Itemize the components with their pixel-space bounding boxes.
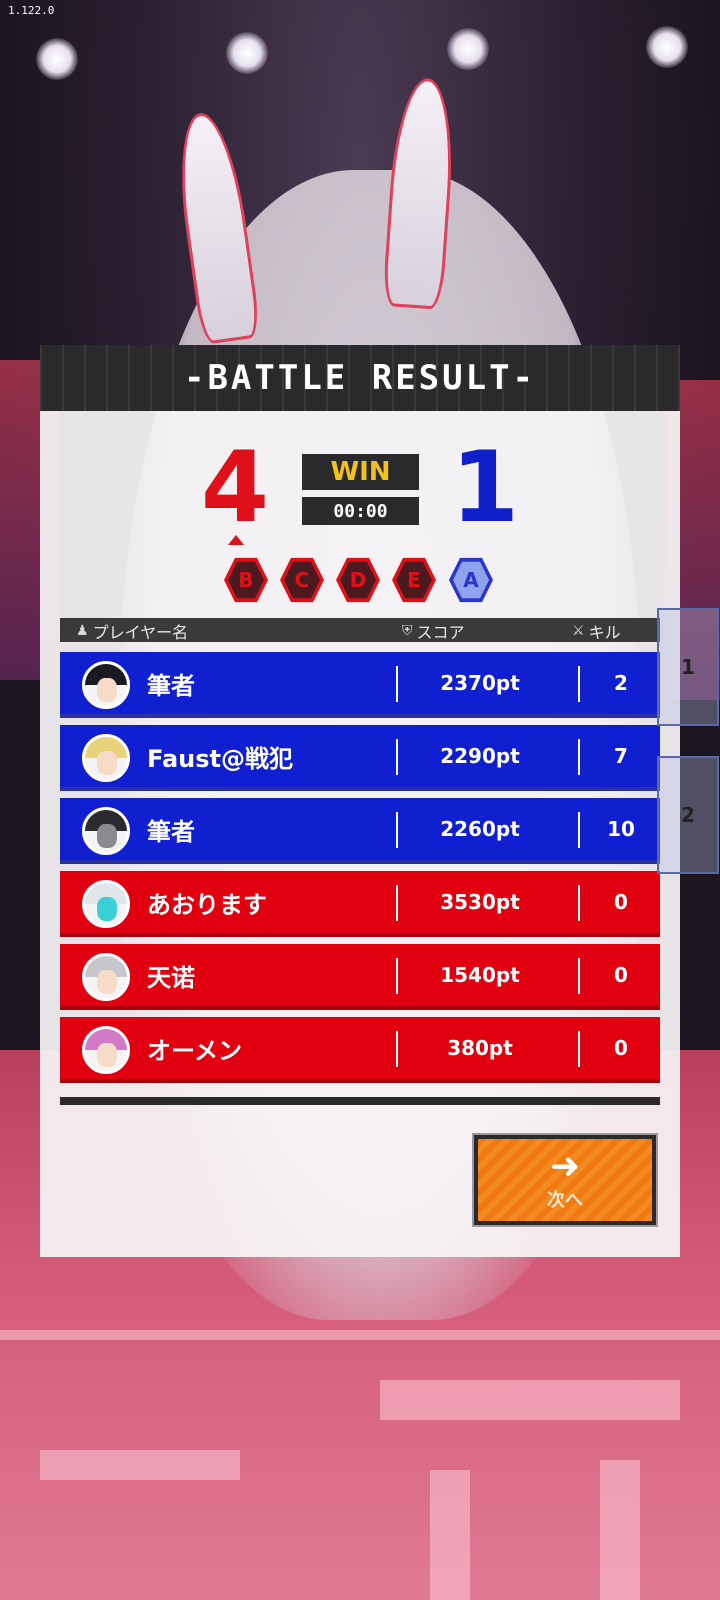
player-row[interactable]: 天诺 1540pt 0 xyxy=(60,944,660,1010)
next-button-label: 次へ xyxy=(547,1190,583,1211)
result-header: -BATTLE RESULT- xyxy=(40,345,680,411)
floor-stripe xyxy=(0,1330,720,1340)
column-divider xyxy=(396,739,398,775)
column-kills: ⚔ キル xyxy=(572,619,621,643)
red-team-score: 4 xyxy=(200,431,270,545)
column-divider xyxy=(578,812,580,848)
shield-icon: ⛨ xyxy=(402,623,413,639)
floor-stripe xyxy=(600,1460,640,1600)
next-button-face: ➜ 次へ xyxy=(478,1139,652,1221)
column-divider xyxy=(396,958,398,994)
player-row[interactable]: Faust@戦犯 2290pt 7 xyxy=(60,725,660,791)
player-name: Faust@戦犯 xyxy=(147,744,294,773)
column-divider xyxy=(578,666,580,702)
player-name: 筆者 xyxy=(147,817,195,846)
column-kills-label: キル xyxy=(588,623,621,642)
player-avatar xyxy=(82,661,130,709)
player-avatar xyxy=(82,953,130,1001)
player-kills: 2 xyxy=(614,671,628,695)
column-divider xyxy=(396,1031,398,1067)
avatar-face xyxy=(97,897,117,921)
avatar-face xyxy=(97,824,117,848)
player-name: 筆者 xyxy=(147,671,195,700)
player-score: 2260pt xyxy=(440,817,520,841)
player-kills: 0 xyxy=(614,963,628,987)
column-divider xyxy=(396,885,398,921)
player-avatar xyxy=(82,734,130,782)
player-team-marker-icon xyxy=(228,535,244,545)
column-score-label: スコア xyxy=(416,623,465,642)
column-score: ⛨ スコア xyxy=(402,619,465,643)
player-avatar xyxy=(82,1026,130,1074)
player-name: あおります xyxy=(147,890,267,919)
avatar-face xyxy=(97,751,117,775)
column-divider xyxy=(578,739,580,775)
player-row[interactable]: あおります 3530pt 0 xyxy=(60,871,660,937)
column-player: ♟ プレイヤー名 xyxy=(76,619,188,643)
player-kills: 7 xyxy=(614,744,628,768)
player-score: 2290pt xyxy=(440,744,520,768)
player-avatar xyxy=(82,880,130,928)
player-score: 380pt xyxy=(447,1036,513,1060)
match-timer: 00:00 xyxy=(302,497,419,525)
player-score: 2370pt xyxy=(440,671,520,695)
person-icon: ♟ xyxy=(76,623,89,639)
player-row[interactable]: 筆者 2370pt 2 xyxy=(60,652,660,718)
side-tab-1[interactable]: 1 xyxy=(657,608,719,726)
floor-stripe xyxy=(40,1450,240,1480)
column-divider xyxy=(578,1031,580,1067)
avatar-face xyxy=(97,970,117,994)
stage-light xyxy=(646,26,688,68)
rank-badge-letter: E xyxy=(396,561,432,599)
rank-badge-letter: D xyxy=(340,561,376,599)
player-score: 1540pt xyxy=(440,963,520,987)
column-divider xyxy=(578,885,580,921)
column-divider xyxy=(396,666,398,702)
column-divider xyxy=(396,812,398,848)
next-button[interactable]: ➜ 次へ xyxy=(472,1133,658,1227)
player-kills: 10 xyxy=(607,817,635,841)
player-name: 天诺 xyxy=(147,963,195,992)
scoreboard-header: ♟ プレイヤー名 ⛨ スコア ⚔ キル xyxy=(60,618,660,642)
kill-icon: ⚔ xyxy=(572,623,585,639)
stage-light xyxy=(447,28,489,70)
rank-badge-letter: C xyxy=(284,561,320,599)
player-row[interactable]: オーメン 380pt 0 xyxy=(60,1017,660,1083)
side-tab-2[interactable]: 2 xyxy=(657,756,719,874)
stage-light xyxy=(226,32,268,74)
app-version: 1.122.0 xyxy=(8,4,55,17)
avatar-face xyxy=(97,1043,117,1067)
column-divider xyxy=(578,958,580,994)
player-kills: 0 xyxy=(614,1036,628,1060)
stage-light xyxy=(36,38,78,80)
player-row[interactable]: 筆者 2260pt 10 xyxy=(60,798,660,864)
scoreboard-footer-bar xyxy=(60,1097,660,1105)
player-avatar xyxy=(82,807,130,855)
rank-badge-letter: B xyxy=(228,561,264,599)
column-player-label: プレイヤー名 xyxy=(92,623,189,642)
match-result-label: WIN xyxy=(302,454,419,490)
floor-stripe xyxy=(380,1380,680,1420)
blue-team-score: 1 xyxy=(450,431,520,545)
player-name: オーメン xyxy=(147,1036,243,1065)
arrow-right-icon: ➜ xyxy=(549,1146,581,1187)
result-title: -BATTLE RESULT- xyxy=(183,358,537,398)
floor-stripe xyxy=(430,1470,470,1600)
avatar-face xyxy=(97,678,117,702)
player-score: 3530pt xyxy=(440,890,520,914)
player-kills: 0 xyxy=(614,890,628,914)
rank-badge-letter: A xyxy=(453,561,489,599)
